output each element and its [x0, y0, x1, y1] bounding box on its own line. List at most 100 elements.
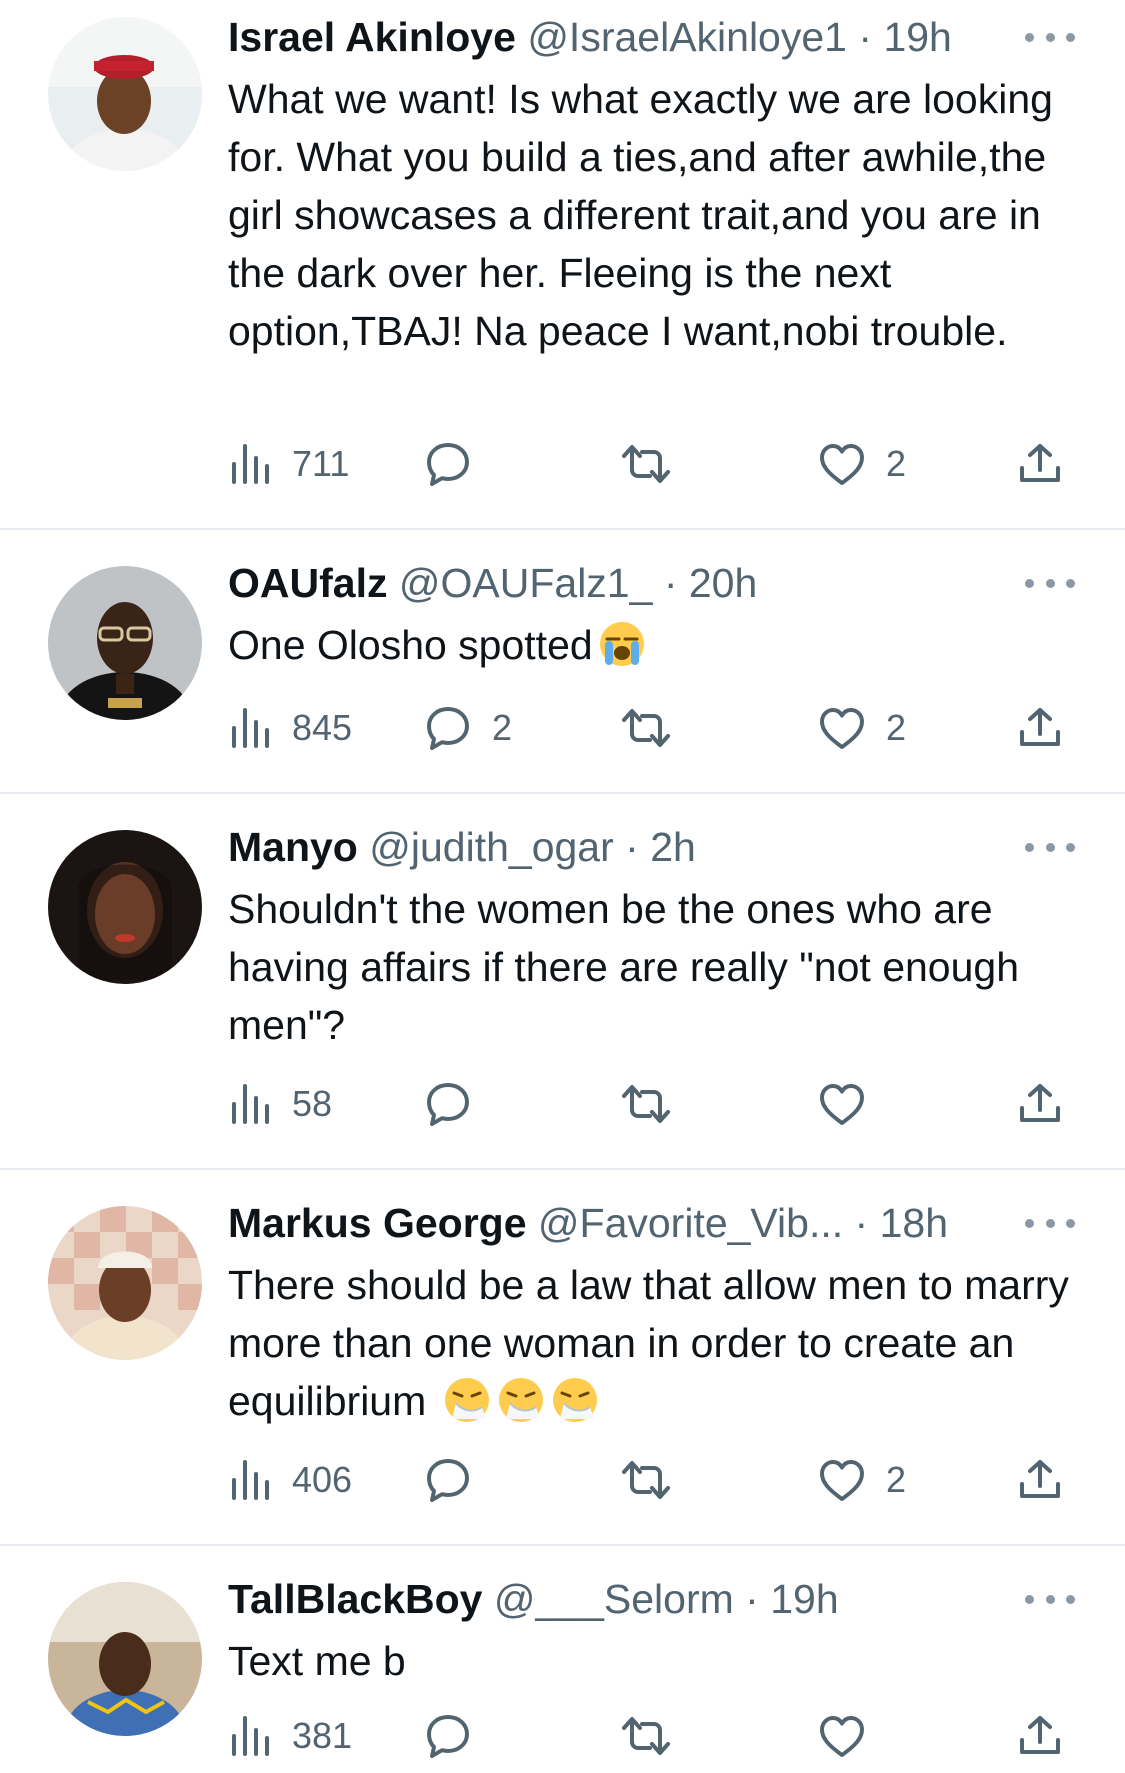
reply-button[interactable]	[424, 1706, 492, 1766]
tweet-text: There should be a law that allow men to …	[228, 1256, 1088, 1430]
like-button[interactable]: 2	[818, 434, 906, 494]
views-button[interactable]: 381	[228, 1706, 352, 1766]
user-handle[interactable]: @judith_ogar	[369, 824, 614, 870]
retweet-button[interactable]	[620, 1074, 692, 1134]
views-button[interactable]: 406	[228, 1450, 352, 1510]
share-upload-icon	[1020, 1460, 1060, 1498]
share-upload-icon	[1020, 1084, 1060, 1122]
tweet-oaufalz[interactable]: OAUfalz @OAUFalz1_ · 20h One Olosho spot…	[0, 530, 1125, 792]
heart-outline-icon	[820, 1716, 864, 1757]
retweet-button[interactable]	[620, 698, 692, 758]
like-button[interactable]	[818, 1706, 886, 1766]
tweet-header: Israel Akinloye @IsraelAkinloye1 · 19h	[228, 10, 1065, 64]
tweet-manyo[interactable]: Manyo @judith_ogar · 2h Shouldn't the wo…	[0, 794, 1125, 1168]
display-name[interactable]: OAUfalz	[228, 560, 387, 606]
avatar[interactable]	[48, 1206, 202, 1360]
share-button[interactable]	[1018, 698, 1062, 758]
avatar[interactable]	[48, 566, 202, 720]
heart-outline-icon	[820, 708, 864, 749]
tweet-actions: 58	[228, 1074, 1078, 1134]
tweet-header: OAUfalz @OAUFalz1_ · 20h	[228, 556, 1065, 610]
timestamp[interactable]: 2h	[650, 824, 696, 870]
bar-chart-icon	[232, 1460, 269, 1500]
timestamp[interactable]: 20h	[689, 560, 757, 606]
retweet-arrows-icon	[622, 1085, 670, 1123]
like-count: 2	[886, 443, 907, 484]
avatar[interactable]	[48, 830, 202, 984]
retweet-button[interactable]	[620, 1450, 692, 1510]
speech-bubble-icon	[427, 1715, 469, 1758]
sneezing-face-emoji	[442, 1375, 492, 1425]
tweet-markus-george[interactable]: Markus George @Favorite_Vib... · 18h The…	[0, 1170, 1125, 1544]
share-button[interactable]	[1018, 1706, 1062, 1766]
timestamp[interactable]: 19h	[883, 14, 951, 60]
heart-outline-icon	[820, 444, 864, 485]
tweet-header: Markus George @Favorite_Vib... · 18h	[228, 1196, 1065, 1250]
views-button[interactable]: 711	[228, 434, 349, 494]
loudly-crying-face-emoji	[597, 619, 647, 669]
reply-button[interactable]: 2	[424, 698, 512, 758]
tweet-actions: 711 2	[228, 434, 1078, 494]
tweet-text-content: There should be a law that allow men to …	[228, 1262, 1069, 1424]
user-handle[interactable]: @Favorite_Vib...	[538, 1200, 843, 1246]
share-button[interactable]	[1018, 1074, 1062, 1134]
timestamp[interactable]: 18h	[880, 1200, 948, 1246]
heart-outline-icon	[820, 1460, 864, 1501]
user-handle[interactable]: @___Selorm	[494, 1576, 734, 1622]
retweet-arrows-icon	[622, 1717, 670, 1755]
reply-count: 2	[492, 707, 513, 748]
like-count: 2	[886, 707, 907, 748]
views-count: 58	[292, 1083, 333, 1124]
display-name[interactable]: TallBlackBoy	[228, 1576, 482, 1622]
reply-button[interactable]	[424, 1450, 492, 1510]
more-options-icon[interactable]	[1025, 1584, 1075, 1614]
avatar[interactable]	[48, 17, 202, 171]
more-options-icon[interactable]	[1025, 22, 1075, 52]
user-handle[interactable]: @OAUFalz1_	[399, 560, 653, 606]
tweet-tallblackboy[interactable]: TallBlackBoy @___Selorm · 19h Text me b …	[0, 1546, 1125, 1773]
display-name[interactable]: Manyo	[228, 824, 358, 870]
more-options-icon[interactable]	[1025, 568, 1075, 598]
retweet-button[interactable]	[620, 434, 692, 494]
like-button[interactable]: 2	[818, 698, 906, 758]
views-count: 406	[292, 1459, 353, 1500]
tweet-text-content: One Olosho spotted	[228, 622, 593, 668]
retweet-arrows-icon	[622, 709, 670, 747]
more-options-icon[interactable]	[1025, 1208, 1075, 1238]
display-name[interactable]: Markus George	[228, 1200, 527, 1246]
bar-chart-icon	[232, 444, 269, 484]
tweet-israel-akinloye[interactable]: Israel Akinloye @IsraelAkinloye1 · 19h W…	[0, 0, 1125, 528]
avatar[interactable]	[48, 1582, 202, 1736]
tweet-header: TallBlackBoy @___Selorm · 19h	[228, 1572, 1065, 1626]
like-button[interactable]	[818, 1074, 886, 1134]
reply-button[interactable]	[424, 434, 492, 494]
tweet-actions: 406 2	[228, 1450, 1078, 1510]
heart-outline-icon	[820, 1084, 864, 1125]
share-button[interactable]	[1018, 434, 1062, 494]
views-count: 381	[292, 1715, 353, 1756]
timestamp[interactable]: 19h	[770, 1576, 838, 1622]
separator: ·	[625, 824, 639, 870]
separator: ·	[663, 560, 678, 606]
tweet-text: Text me b	[228, 1638, 406, 1684]
separator: ·	[854, 1200, 869, 1246]
like-button[interactable]: 2	[818, 1450, 906, 1510]
speech-bubble-icon	[427, 707, 469, 750]
views-button[interactable]: 58	[228, 1074, 332, 1134]
share-button[interactable]	[1018, 1450, 1062, 1510]
retweet-arrows-icon	[622, 1461, 670, 1499]
share-upload-icon	[1020, 444, 1060, 482]
sneezing-face-emoji	[550, 1375, 600, 1425]
bar-chart-icon	[232, 1716, 269, 1756]
user-handle[interactable]: @IsraelAkinloye1	[527, 14, 847, 60]
views-button[interactable]: 845	[228, 698, 352, 758]
speech-bubble-icon	[427, 443, 469, 486]
speech-bubble-icon	[427, 1459, 469, 1502]
separator: ·	[858, 14, 873, 60]
display-name[interactable]: Israel Akinloye	[228, 14, 516, 60]
retweet-button[interactable]	[620, 1706, 692, 1766]
separator: ·	[745, 1576, 759, 1622]
more-options-icon[interactable]	[1025, 832, 1075, 862]
reply-button[interactable]	[424, 1074, 492, 1134]
tweet-text: What we want! Is what exactly we are loo…	[228, 76, 1053, 354]
